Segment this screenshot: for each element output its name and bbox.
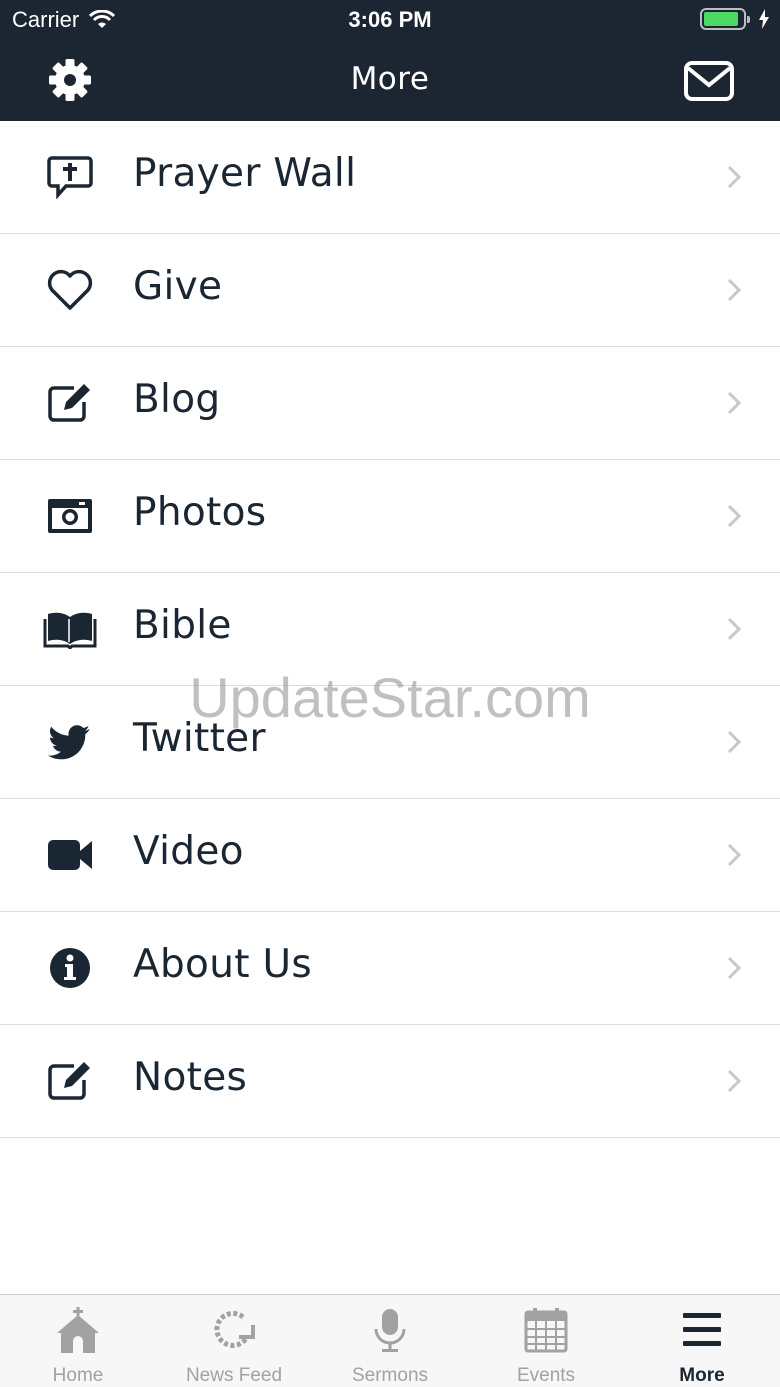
tab-label: Events — [516, 1365, 576, 1386]
menu-item-label: Blog — [133, 377, 221, 422]
calendar-icon — [524, 1308, 568, 1353]
menu-item-twitter[interactable]: Twitter — [0, 686, 780, 799]
menu-item-label: Prayer Wall — [133, 151, 357, 196]
chevron-right-icon — [727, 278, 742, 302]
twitter-icon — [42, 716, 98, 768]
video-camera-icon — [42, 829, 98, 881]
menu-item-about-us[interactable]: About Us — [0, 912, 780, 1025]
tab-label: Sermons — [351, 1365, 429, 1386]
prayer-bubble-icon — [42, 151, 98, 203]
chevron-right-icon — [727, 843, 742, 867]
menu-item-photos[interactable]: Photos — [0, 460, 780, 573]
refresh-icon — [214, 1310, 255, 1348]
page-title: More — [350, 61, 430, 97]
battery-icon — [700, 8, 750, 30]
tab-more[interactable]: More — [624, 1295, 780, 1387]
tab-label: Home — [52, 1365, 104, 1386]
menu-item-label: Twitter — [133, 716, 266, 761]
menu-item-label: Give — [133, 264, 223, 309]
tab-home[interactable]: Home — [0, 1295, 156, 1387]
menu-item-label: About Us — [133, 942, 312, 987]
menu-item-video[interactable]: Video — [0, 799, 780, 912]
book-icon — [42, 603, 98, 655]
tab-sermons[interactable]: Sermons — [312, 1295, 468, 1387]
microphone-icon — [374, 1309, 406, 1352]
menu-item-prayer-wall[interactable]: Prayer Wall — [0, 121, 780, 234]
menu-item-blog[interactable]: Blog — [0, 347, 780, 460]
tab-label: News Feed — [185, 1365, 283, 1386]
chevron-right-icon — [727, 617, 742, 641]
camera-icon — [42, 490, 98, 542]
chevron-right-icon — [727, 1069, 742, 1093]
tab-events[interactable]: Events — [468, 1295, 624, 1387]
tab-bar: Home News Feed Sermons Events More — [0, 1294, 780, 1387]
menu-item-label: Photos — [133, 490, 267, 535]
chevron-right-icon — [727, 165, 742, 189]
menu-icon — [683, 1313, 721, 1346]
info-icon — [42, 942, 98, 994]
chevron-right-icon — [727, 730, 742, 754]
menu-item-label: Bible — [133, 603, 232, 648]
more-menu-list: Prayer Wall Give Blog Photos Bible Twitt… — [0, 121, 780, 1138]
status-bar: Carrier 3:06 PM — [0, 0, 780, 40]
chevron-right-icon — [727, 956, 742, 980]
charging-bolt-icon — [759, 9, 769, 29]
menu-item-label: Notes — [133, 1055, 248, 1100]
edit-icon — [42, 377, 98, 429]
menu-item-give[interactable]: Give — [0, 234, 780, 347]
envelope-icon[interactable] — [683, 60, 735, 102]
menu-item-label: Video — [133, 829, 244, 874]
heart-icon — [42, 264, 98, 316]
tab-label: More — [679, 1365, 725, 1386]
chevron-right-icon — [727, 391, 742, 415]
status-right — [700, 8, 770, 30]
status-time: 3:06 PM — [348, 7, 432, 32]
church-icon — [57, 1307, 99, 1353]
edit-icon — [42, 1055, 98, 1107]
tab-news-feed[interactable]: News Feed — [156, 1295, 312, 1387]
chevron-right-icon — [727, 504, 742, 528]
menu-item-notes[interactable]: Notes — [0, 1025, 780, 1138]
menu-item-bible[interactable]: Bible — [0, 573, 780, 686]
nav-bar: More — [0, 40, 780, 121]
